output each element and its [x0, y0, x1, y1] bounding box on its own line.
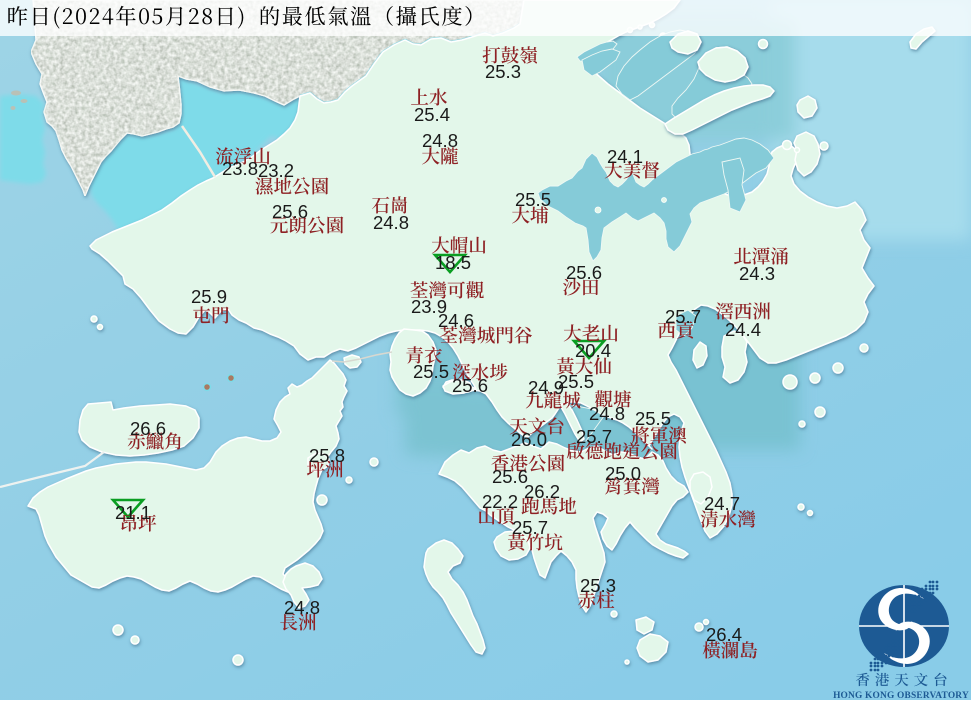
svg-text:24.8: 24.8: [373, 212, 409, 233]
svg-text:26.6: 26.6: [130, 418, 166, 439]
svg-text:25.4: 25.4: [414, 104, 450, 125]
svg-text:25.5: 25.5: [413, 361, 449, 382]
svg-text:25.7: 25.7: [512, 517, 548, 538]
svg-text:25.3: 25.3: [485, 61, 521, 82]
svg-text:24.3: 24.3: [739, 263, 775, 284]
svg-text:25.6: 25.6: [452, 375, 488, 396]
svg-text:25.7: 25.7: [665, 306, 701, 327]
svg-text:18.5: 18.5: [435, 252, 471, 273]
svg-text:25.3: 25.3: [580, 575, 616, 596]
svg-text:26.2: 26.2: [524, 481, 560, 502]
svg-text:23.8: 23.8: [222, 158, 258, 179]
svg-text:25.0: 25.0: [605, 463, 641, 484]
svg-text:25.6: 25.6: [492, 466, 528, 487]
svg-text:24.4: 24.4: [725, 319, 761, 340]
svg-text:24.8: 24.8: [422, 130, 458, 151]
svg-text:26.4: 26.4: [706, 624, 742, 645]
svg-text:24.1: 24.1: [607, 146, 643, 167]
svg-text:25.5: 25.5: [635, 408, 671, 429]
svg-text:25.6: 25.6: [566, 262, 602, 283]
svg-text:24.9: 24.9: [528, 377, 564, 398]
svg-text:24.6: 24.6: [438, 310, 474, 331]
svg-text:22.2: 22.2: [482, 491, 518, 512]
svg-text:24.8: 24.8: [284, 597, 320, 618]
svg-text:HONG KONG OBSERVATORY: HONG KONG OBSERVATORY: [833, 691, 969, 700]
svg-text:21.1: 21.1: [115, 502, 151, 523]
svg-text:24.7: 24.7: [704, 493, 740, 514]
svg-text:25.7: 25.7: [576, 426, 612, 447]
svg-text:25.6: 25.6: [272, 201, 308, 222]
svg-text:24.8: 24.8: [589, 403, 625, 424]
svg-text:25.5: 25.5: [515, 189, 551, 210]
svg-text:25.8: 25.8: [309, 445, 345, 466]
svg-text:25.9: 25.9: [191, 286, 227, 307]
svg-text:23.2: 23.2: [258, 160, 294, 181]
svg-text:26.0: 26.0: [511, 429, 547, 450]
svg-text:20.4: 20.4: [575, 340, 611, 361]
